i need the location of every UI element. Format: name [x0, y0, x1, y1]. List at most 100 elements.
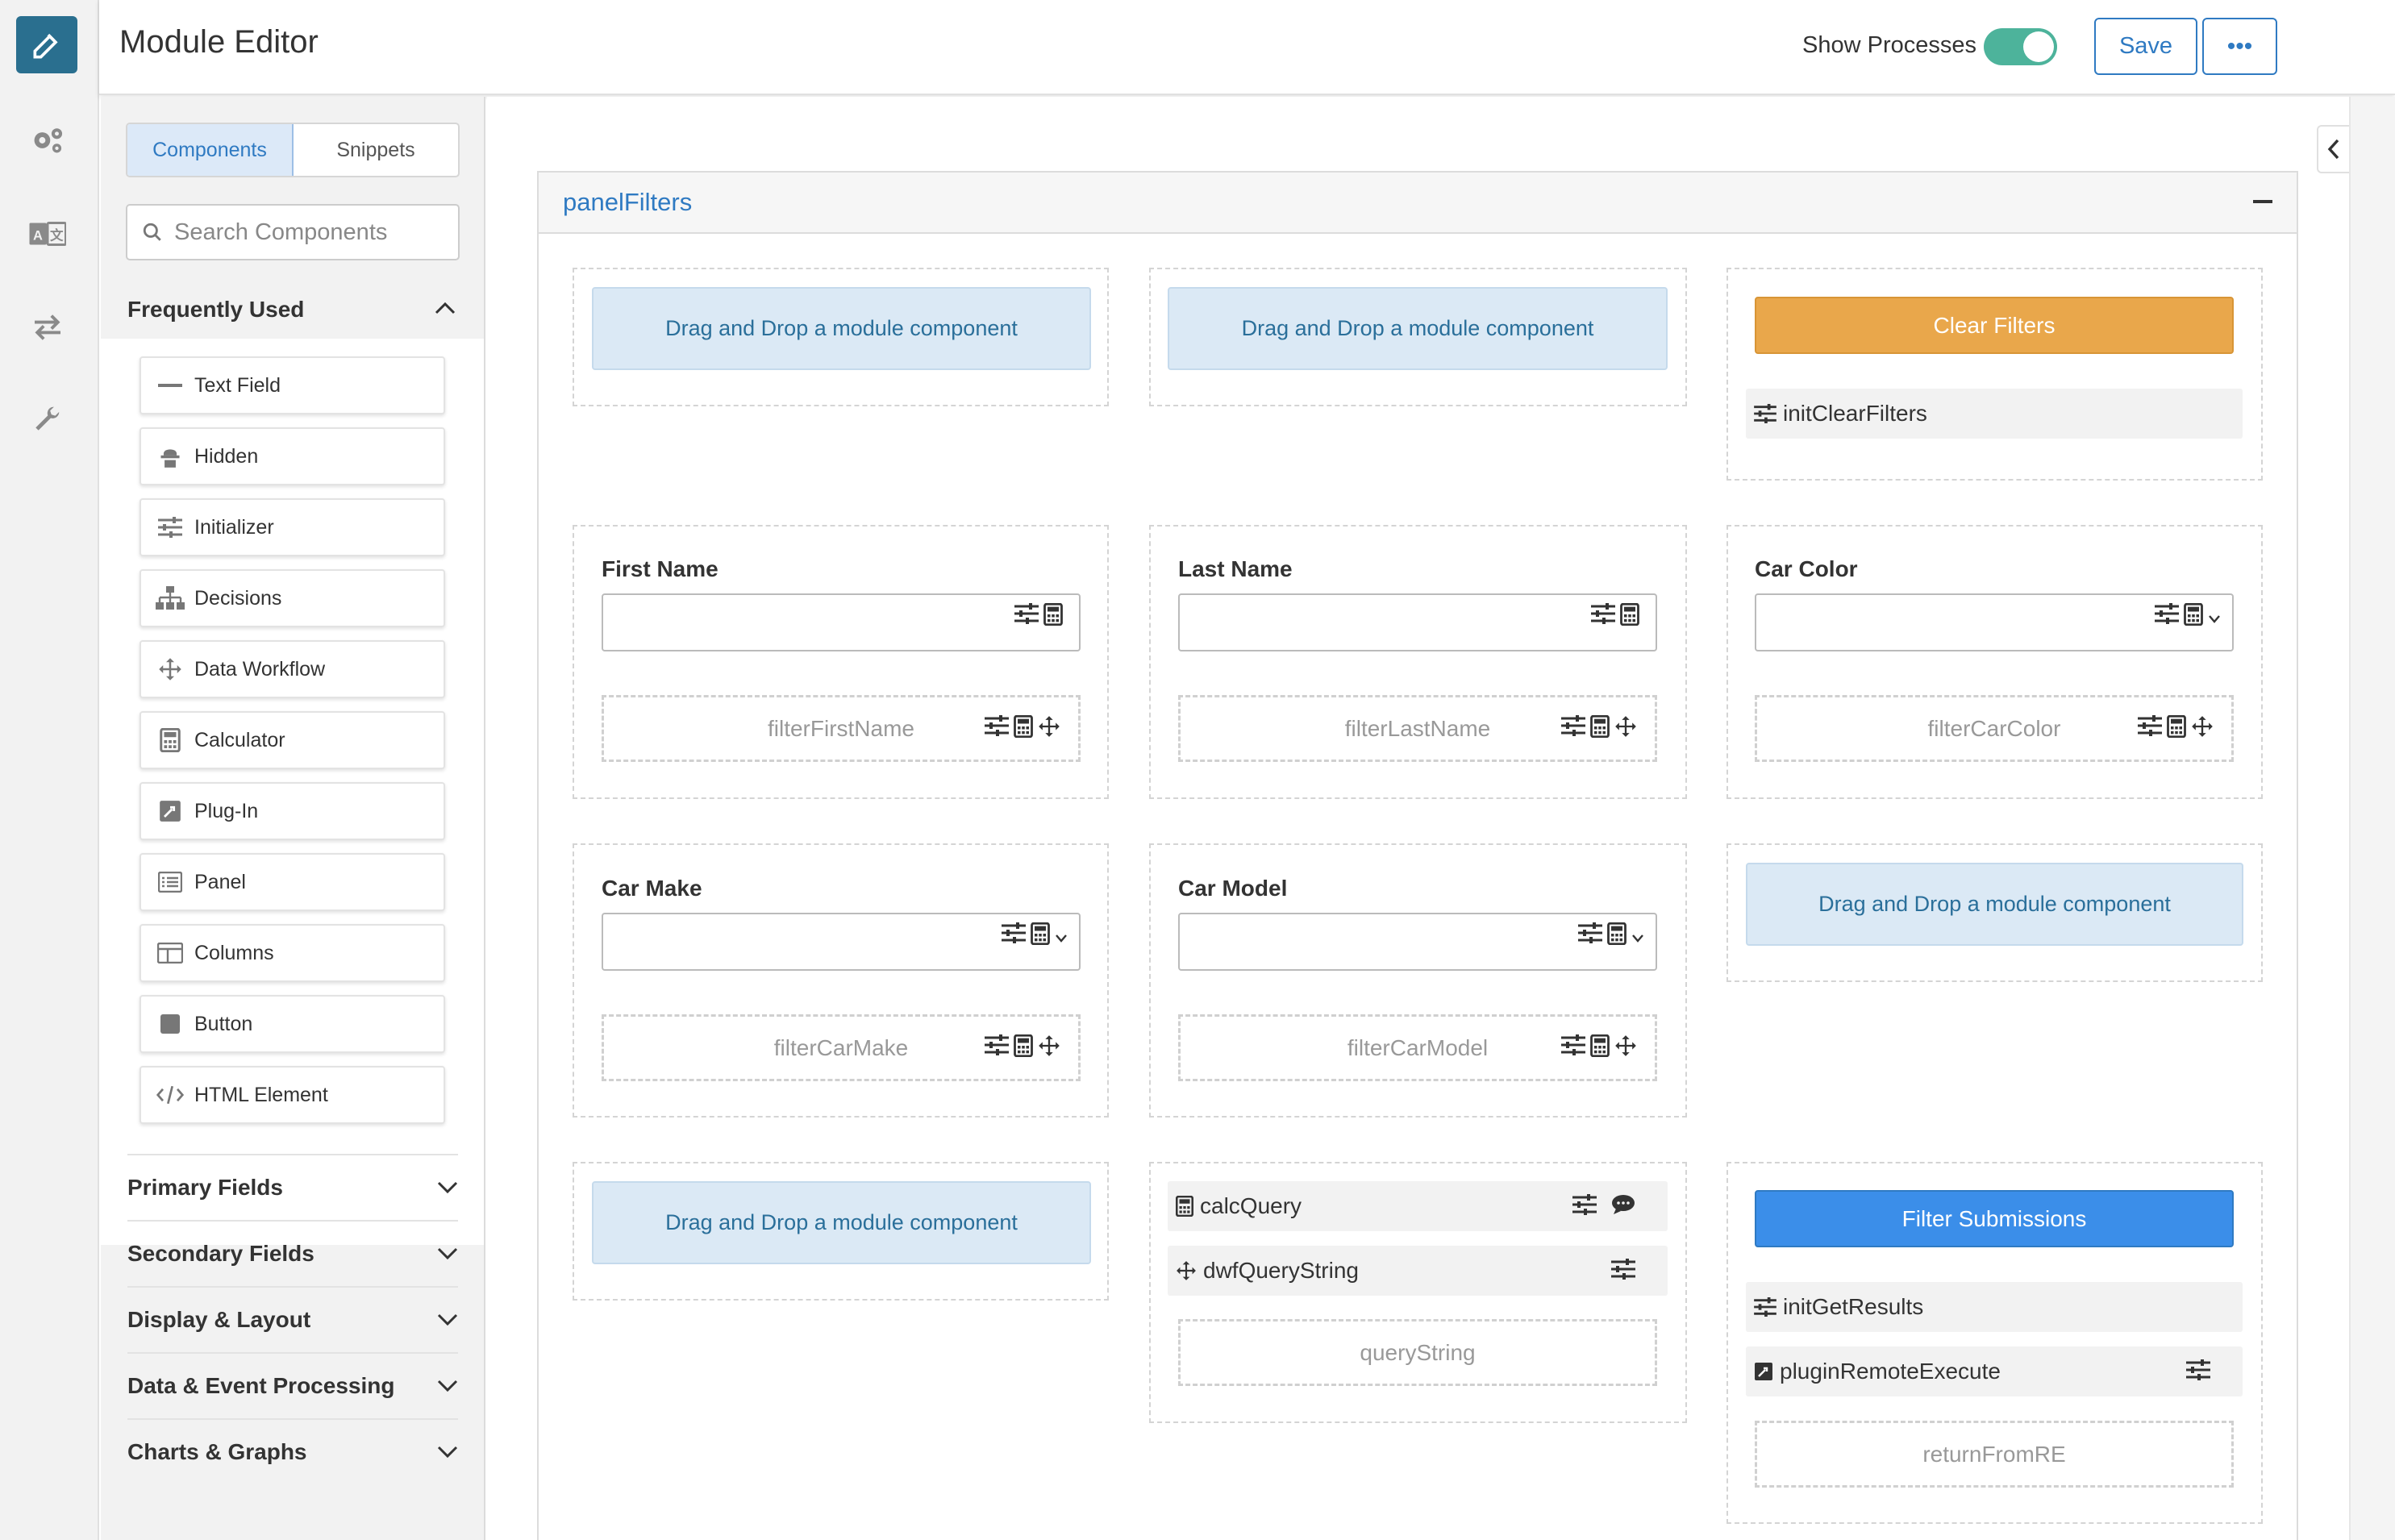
hidden-field[interactable]: filterCarMake	[602, 1014, 1081, 1081]
calculator-icon[interactable]	[1014, 715, 1033, 738]
list-item[interactable]: Calculator	[140, 711, 445, 769]
first-name-input[interactable]	[602, 593, 1081, 651]
calculator-icon[interactable]	[1620, 603, 1639, 626]
plugin-remote-execute-row[interactable]: pluginRemoteExecute	[1746, 1346, 2243, 1396]
last-name-input[interactable]	[1178, 593, 1657, 651]
clear-filters-button[interactable]: Clear Filters	[1755, 297, 2234, 354]
tab-snippets[interactable]: Snippets	[294, 124, 458, 176]
calculator-icon[interactable]	[2184, 603, 2203, 626]
calculator-icon[interactable]	[1590, 715, 1610, 738]
frequently-used-header[interactable]: Frequently Used	[101, 281, 484, 339]
list-item[interactable]: Decisions	[140, 569, 445, 627]
list-item[interactable]: Panel	[140, 853, 445, 911]
chevron-down-icon[interactable]	[2208, 603, 2221, 626]
list-item[interactable]: Data Workflow	[140, 640, 445, 698]
gear-icon[interactable]	[21, 116, 74, 164]
list-item[interactable]: Plug-In	[140, 782, 445, 840]
data-workflow-icon[interactable]	[2191, 715, 2214, 738]
list-item[interactable]: Button	[140, 995, 445, 1053]
init-clear-filters-row[interactable]: initClearFilters	[1746, 389, 2243, 439]
calculator-icon[interactable]	[1031, 922, 1050, 945]
list-item[interactable]: HTML Element	[140, 1066, 445, 1124]
category-display-layout[interactable]: Display & Layout	[127, 1286, 458, 1352]
settings-sliders-icon[interactable]	[985, 1034, 1009, 1057]
category-label: Charts & Graphs	[127, 1439, 307, 1464]
drop-zone[interactable]: Drag and Drop a module component	[1746, 863, 2243, 946]
module-editor-app: A文 Module Editor Show Processes Save •••…	[0, 0, 2395, 1540]
hidden-field[interactable]: queryString	[1178, 1319, 1657, 1386]
calculator-icon[interactable]	[1014, 1034, 1033, 1057]
data-workflow-icon[interactable]	[1038, 1034, 1060, 1057]
list-item[interactable]: Text Field	[140, 356, 445, 414]
translate-icon[interactable]: A文	[21, 210, 74, 258]
calc-query-row[interactable]: calcQuery	[1168, 1181, 1668, 1231]
settings-sliders-icon[interactable]	[1591, 603, 1615, 626]
category-primary-fields[interactable]: Primary Fields	[127, 1154, 458, 1220]
settings-sliders-icon[interactable]	[1561, 715, 1585, 738]
settings-sliders-icon[interactable]	[2186, 1359, 2210, 1380]
collapse-sidebar-button[interactable]	[2317, 125, 2349, 173]
chevron-up-icon	[434, 300, 456, 316]
category-charts-graphs[interactable]: Charts & Graphs	[127, 1418, 458, 1484]
hidden-actions	[985, 715, 1060, 738]
right-sidebar-collapsed	[2349, 97, 2395, 1540]
data-workflow-icon[interactable]	[1614, 1034, 1637, 1057]
settings-sliders-icon[interactable]	[1572, 1194, 1597, 1215]
drop-zone[interactable]: Drag and Drop a module component	[592, 287, 1091, 370]
field-label: Car Make	[602, 876, 702, 901]
settings-sliders-icon[interactable]	[1002, 922, 1026, 945]
hidden-field[interactable]: filterFirstName	[602, 695, 1081, 762]
category-label: Display & Layout	[127, 1307, 311, 1332]
list-item-label: Button	[194, 1012, 253, 1035]
list-item[interactable]: Initializer	[140, 498, 445, 556]
data-workflow-icon[interactable]	[1038, 715, 1060, 738]
filter-submissions-button[interactable]: Filter Submissions	[1755, 1190, 2234, 1247]
settings-sliders-icon[interactable]	[1014, 603, 1039, 626]
components-panel: Components Snippets Search Components Fr…	[101, 97, 485, 1540]
settings-sliders-icon[interactable]	[2138, 715, 2162, 738]
settings-sliders-icon[interactable]	[1611, 1259, 1635, 1280]
dwf-query-string-row[interactable]: dwfQueryString	[1168, 1246, 1668, 1296]
show-processes-toggle[interactable]	[1984, 28, 2057, 65]
panel-filters-header[interactable]: panelFilters	[539, 173, 2297, 234]
settings-sliders-icon[interactable]	[2155, 603, 2179, 626]
chevron-down-icon[interactable]	[1055, 922, 1068, 945]
search-input[interactable]: Search Components	[126, 204, 460, 260]
init-get-results-row[interactable]: initGetResults	[1746, 1282, 2243, 1332]
calculator-icon[interactable]	[1590, 1034, 1610, 1057]
wrench-icon[interactable]	[21, 397, 74, 445]
left-rail: A文	[0, 0, 99, 1540]
minimize-icon[interactable]	[2253, 200, 2272, 203]
data-workflow-icon[interactable]	[1614, 715, 1637, 738]
car-model-select[interactable]	[1178, 913, 1657, 971]
settings-sliders-icon[interactable]	[1561, 1034, 1585, 1057]
drop-zone[interactable]: Drag and Drop a module component	[1168, 287, 1668, 370]
list-item-label: Plug-In	[194, 799, 259, 822]
list-item[interactable]: Hidden	[140, 427, 445, 485]
tab-components[interactable]: Components	[127, 124, 294, 176]
settings-sliders-icon[interactable]	[1578, 922, 1602, 945]
settings-sliders-icon[interactable]	[985, 715, 1009, 738]
more-options-button[interactable]: •••	[2202, 18, 2277, 75]
drop-zone[interactable]: Drag and Drop a module component	[592, 1181, 1091, 1264]
calculator-icon[interactable]	[2167, 715, 2186, 738]
hidden-field[interactable]: returnFromRE	[1755, 1421, 2234, 1488]
save-button[interactable]: Save	[2094, 18, 2197, 75]
edit-icon[interactable]	[16, 16, 77, 73]
field-label: Last Name	[1178, 556, 1293, 581]
car-make-select[interactable]	[602, 913, 1081, 971]
calculator-icon[interactable]	[1043, 603, 1063, 626]
comment-icon[interactable]	[1611, 1194, 1635, 1215]
list-item[interactable]: Columns	[140, 924, 445, 982]
chevron-down-icon[interactable]	[1631, 922, 1644, 945]
hidden-field[interactable]: filterCarModel	[1178, 1014, 1657, 1081]
swap-icon[interactable]	[21, 303, 74, 352]
hidden-field[interactable]: filterCarColor	[1755, 695, 2234, 762]
chevron-left-icon	[2326, 138, 2341, 160]
car-color-select[interactable]	[1755, 593, 2234, 651]
list-item-label: Calculator	[194, 728, 285, 751]
category-data-event-processing[interactable]: Data & Event Processing	[127, 1352, 458, 1418]
calculator-icon[interactable]	[1607, 922, 1627, 945]
category-secondary-fields[interactable]: Secondary Fields	[127, 1220, 458, 1286]
hidden-field[interactable]: filterLastName	[1178, 695, 1657, 762]
